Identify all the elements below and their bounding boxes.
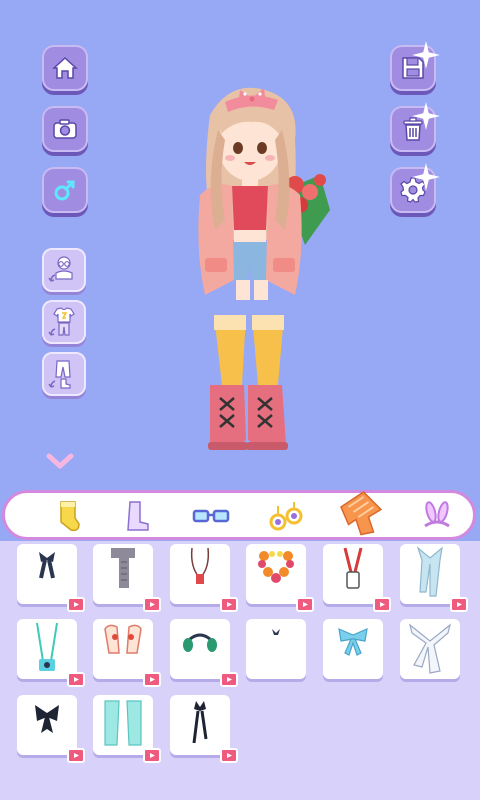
category-tab-bar (2, 490, 476, 540)
tv-play-icon (74, 602, 79, 607)
sock-icon (60, 501, 80, 532)
headphones-icon (183, 633, 217, 652)
chevron-down-icon[interactable] (46, 453, 74, 471)
tv-play-icon (457, 602, 462, 607)
camera-button[interactable] (42, 106, 88, 152)
home-button[interactable] (42, 45, 88, 91)
random-bottoms-button[interactable] (42, 352, 86, 396)
tab-headwear[interactable] (411, 495, 463, 537)
ad-unlock-badge (143, 597, 161, 612)
character-avatar (198, 87, 330, 450)
bunny-ears-icon (424, 501, 450, 528)
gender-switch-icon (54, 180, 75, 201)
tv-play-icon (150, 602, 155, 607)
choker-icon (272, 629, 280, 635)
ad-unlock-badge (220, 597, 238, 612)
tab-earrings[interactable] (260, 495, 312, 537)
tv-play-icon (150, 753, 155, 758)
tab-shoes[interactable] (110, 495, 162, 537)
earring-icon (269, 502, 303, 531)
random-outfit-button[interactable] (42, 300, 86, 344)
long-scarf-icon (416, 546, 443, 597)
settings-button[interactable] (390, 163, 440, 213)
item-black-ribbon-tie[interactable] (170, 695, 238, 763)
lanyard-badge-icon (343, 547, 363, 589)
random-accessories-button[interactable] (42, 248, 86, 292)
tv-play-icon (380, 602, 385, 607)
item-camera-strap[interactable] (17, 619, 85, 687)
tv-play-icon (227, 677, 232, 682)
ad-unlock-badge (67, 748, 85, 763)
flower-lei-icon (258, 551, 294, 583)
home-icon (52, 56, 78, 79)
sparkle-icon (412, 163, 440, 191)
knit-scarf-icon (111, 548, 135, 588)
item-black-bow-tie[interactable] (17, 544, 85, 612)
outfit-shuffle-icon (48, 307, 75, 336)
item-flower-lei[interactable] (246, 544, 314, 612)
tab-scarves[interactable] (335, 487, 387, 537)
ribbon-bow-icon (338, 628, 368, 656)
item-blue-long-scarf[interactable] (400, 544, 468, 612)
item-bunny-hood-scarf[interactable] (93, 619, 161, 687)
save-button[interactable] (390, 41, 440, 91)
pendant-necklace-icon (190, 547, 210, 584)
glasses-icon (192, 509, 230, 523)
item-white-collar-scarf[interactable] (400, 619, 460, 679)
boot-icon (127, 501, 149, 531)
tv-play-icon (227, 753, 232, 758)
camera-strap-icon (36, 622, 58, 671)
tab-socks[interactable] (43, 495, 95, 537)
ad-unlock-badge (143, 748, 161, 763)
item-grid (0, 541, 480, 800)
tab-glasses[interactable] (185, 495, 237, 537)
item-black-bow[interactable] (17, 695, 85, 763)
item-mint-cape[interactable] (93, 695, 161, 763)
bunny-hood-icon (104, 624, 142, 654)
tv-play-icon (74, 753, 79, 758)
black-bow-icon (35, 705, 59, 733)
pants-shuffle-icon (48, 360, 71, 389)
tv-play-icon (227, 602, 232, 607)
item-gray-knit-scarf[interactable] (93, 544, 161, 612)
sparkle-icon (412, 102, 440, 130)
bow-tie-icon (39, 552, 55, 579)
collar-scarf-icon (408, 623, 452, 674)
camera-icon (53, 119, 77, 139)
tv-play-icon (74, 677, 79, 682)
item-red-lanyard-badge[interactable] (323, 544, 391, 612)
ribbon-tie-icon (192, 701, 208, 744)
ad-unlock-badge (143, 672, 161, 687)
item-blue-ribbon-bow[interactable] (323, 619, 383, 679)
ad-unlock-badge (450, 597, 468, 612)
ad-unlock-badge (220, 748, 238, 763)
item-black-choker[interactable] (246, 619, 306, 679)
ad-unlock-badge (67, 672, 85, 687)
scarf-icon (340, 491, 383, 536)
delete-button[interactable] (390, 102, 440, 152)
glasses-shuffle-icon (48, 256, 73, 282)
ad-unlock-badge (296, 597, 314, 612)
item-red-pendant-necklace[interactable] (170, 544, 238, 612)
gender-switch-button[interactable] (42, 167, 88, 213)
ad-unlock-badge (373, 597, 391, 612)
item-headphones[interactable] (170, 619, 238, 687)
ad-unlock-badge (67, 597, 85, 612)
tv-play-icon (303, 602, 308, 607)
sparkle-icon (412, 41, 440, 69)
mint-cape-icon (104, 700, 142, 746)
tv-play-icon (150, 677, 155, 682)
ad-unlock-badge (220, 672, 238, 687)
